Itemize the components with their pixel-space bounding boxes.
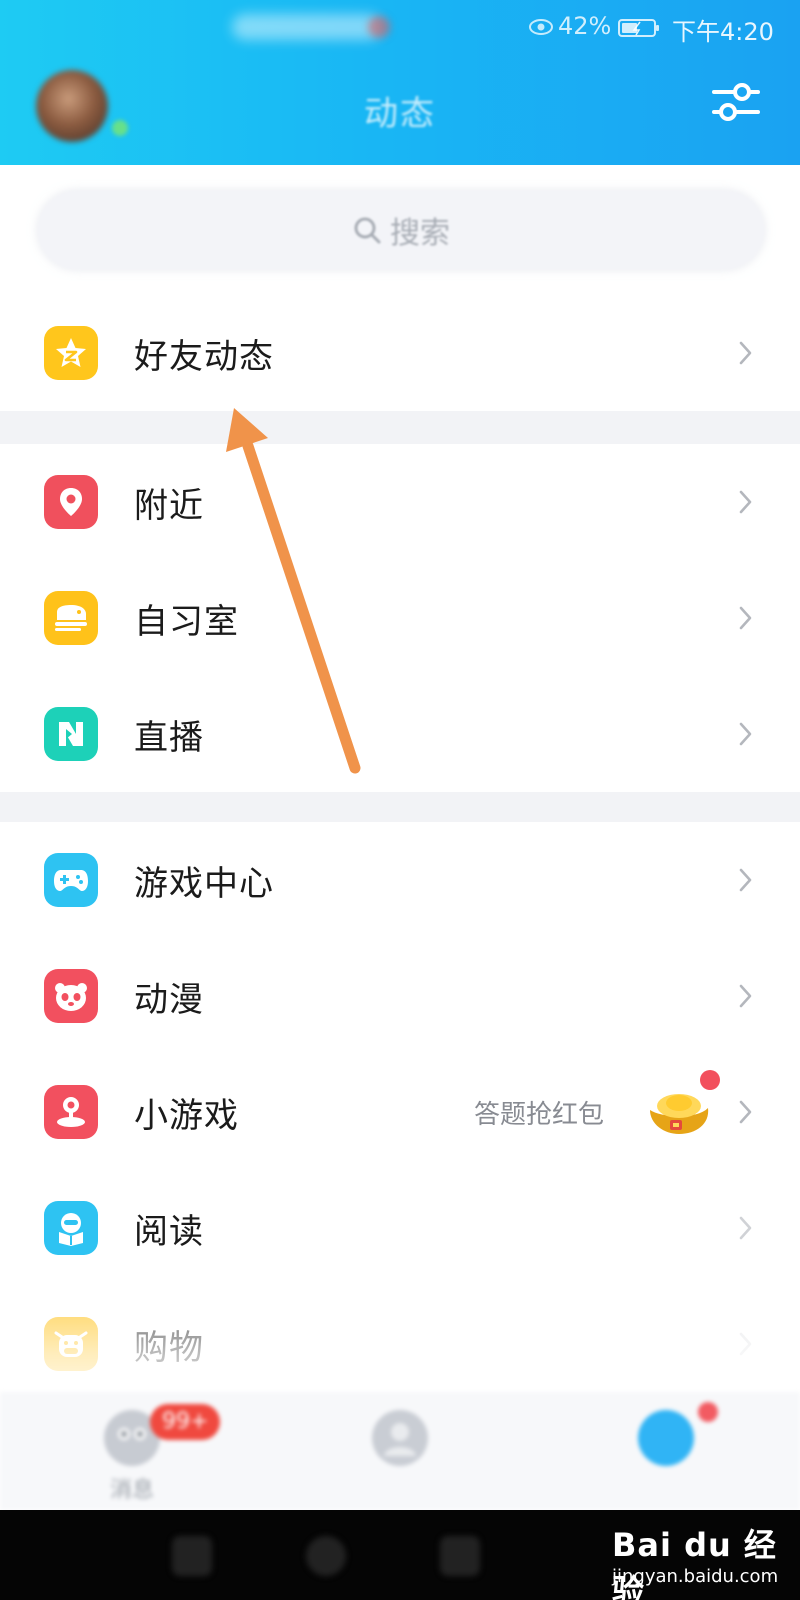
recent-apps-button[interactable] (172, 1536, 212, 1576)
notification-area (232, 14, 382, 40)
list-item-friends-feed[interactable]: 好友动态 (0, 295, 800, 411)
chevron-right-icon (739, 606, 752, 630)
list-item-label: 直播 (134, 717, 204, 758)
list-group-entertainment: 游戏中心 动漫 小游戏 答题抢红包 阅读 购物 (0, 822, 800, 1402)
settings-sliders-icon[interactable] (712, 80, 760, 124)
list-item-reading[interactable]: 阅读 (0, 1170, 800, 1286)
list-item-label: 购物 (134, 1327, 204, 1368)
list-item-shopping[interactable]: 购物 (0, 1286, 800, 1402)
list-group-friends: 好友动态 (0, 295, 800, 411)
page-title: 动态 (364, 94, 436, 134)
chevron-right-icon (739, 984, 752, 1008)
list-item-label: 阅读 (134, 1211, 204, 1252)
list-item-label: 小游戏 (134, 1095, 239, 1136)
list-item-label: 好友动态 (134, 336, 274, 377)
star-icon (44, 326, 98, 380)
live-n-icon (44, 707, 98, 761)
chevron-right-icon (739, 490, 752, 514)
location-pin-icon (44, 475, 98, 529)
tab-contacts[interactable] (340, 1404, 460, 1504)
status-clock: 下午4:20 (672, 18, 774, 46)
list-item-label: 游戏中心 (134, 863, 274, 904)
eye-comfort-icon (529, 19, 553, 35)
section-divider (0, 792, 800, 822)
chevron-right-icon (739, 1332, 752, 1356)
home-button[interactable] (306, 1536, 346, 1576)
panda-icon (44, 969, 98, 1023)
watermark-brand: Bai du 经验 (612, 1526, 777, 1600)
chevron-right-icon (739, 1216, 752, 1240)
chevron-right-icon (739, 722, 752, 746)
gold-ingot-icon (650, 1094, 709, 1134)
list-item-label: 自习室 (134, 601, 239, 642)
search-placeholder: 搜索 (390, 216, 450, 251)
chevron-right-icon (739, 1100, 752, 1124)
notification-dot (368, 16, 390, 38)
section-divider (0, 411, 800, 444)
study-room-icon (44, 591, 98, 645)
search-section: 搜索 (0, 165, 800, 295)
list-item-live[interactable]: 直播 (0, 676, 800, 792)
header-bar: 42% 下午4:20 动态 (0, 0, 800, 165)
contacts-icon (372, 1410, 428, 1466)
watermark-logo: Bai du 经验 jingyan.baidu.com (612, 1520, 792, 1600)
tab-messages[interactable]: 99+ 消息 (72, 1404, 221, 1504)
list-item-label: 动漫 (134, 979, 204, 1020)
search-icon (354, 217, 381, 244)
chevron-right-icon (739, 341, 752, 365)
chevron-right-icon (739, 868, 752, 892)
status-bar: 42% 下午4:20 (0, 0, 800, 56)
tab-dynamic[interactable] (606, 1402, 726, 1504)
gamepad-icon (44, 853, 98, 907)
battery-percentage: 42% (558, 12, 612, 40)
list-item-game-center[interactable]: 游戏中心 (0, 822, 800, 938)
list-item-study-room[interactable]: 自习室 (0, 560, 800, 676)
notification-dot (700, 1070, 720, 1090)
red-envelope-promo-text: 答题抢红包 (474, 1099, 605, 1130)
watermark-url: jingyan.baidu.com (612, 1566, 779, 1587)
list-item-anime[interactable]: 动漫 (0, 938, 800, 1054)
reader-icon (44, 1201, 98, 1255)
tab-messages-label: 消息 (109, 1478, 154, 1503)
bottom-tab-bar: 99+ 消息 (0, 1392, 800, 1510)
joystick-icon (44, 1085, 98, 1139)
list-item-label: 附近 (134, 485, 204, 526)
list-item-nearby[interactable]: 附近 (0, 444, 800, 560)
list-item-mini-games[interactable]: 小游戏 答题抢红包 (0, 1054, 800, 1170)
search-input[interactable]: 搜索 (38, 191, 764, 269)
star-tab-icon (638, 1410, 694, 1466)
notification-dot (698, 1402, 718, 1422)
cow-icon (44, 1317, 98, 1371)
list-group-discover: 附近 自习室 直播 (0, 444, 800, 792)
battery-icon (618, 19, 659, 37)
unread-badge: 99+ (150, 1404, 221, 1440)
back-button[interactable] (440, 1536, 480, 1576)
